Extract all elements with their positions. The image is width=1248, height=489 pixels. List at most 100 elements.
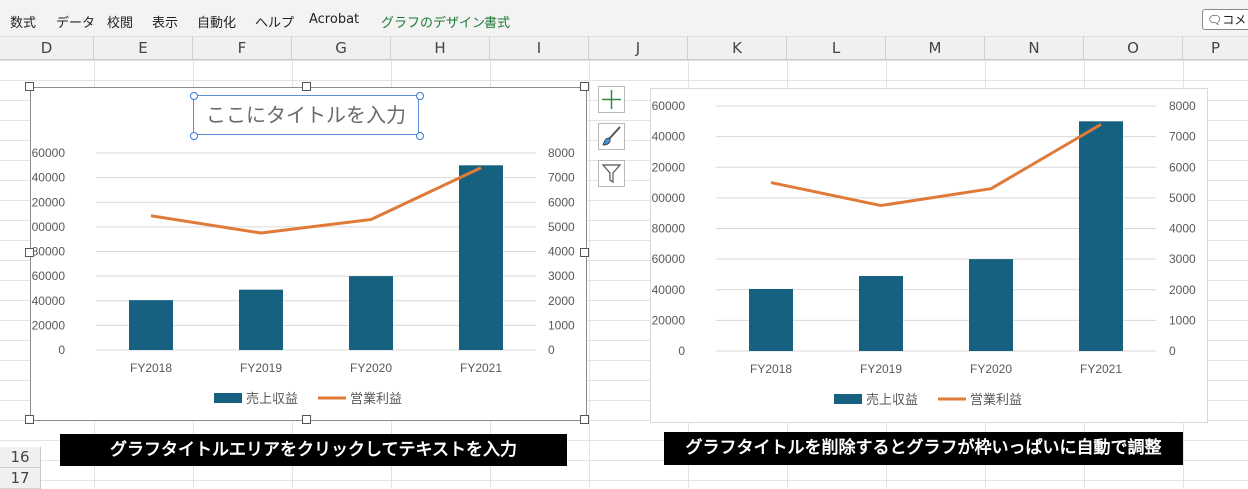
brush-icon	[602, 126, 621, 146]
column-header[interactable]: K	[688, 37, 787, 59]
y2-tick-label: 8000	[1169, 99, 1196, 113]
column-header[interactable]: I	[490, 37, 589, 59]
resize-handle[interactable]	[302, 82, 311, 91]
resize-handle[interactable]	[25, 415, 34, 424]
column-header[interactable]: G	[292, 37, 391, 59]
y-tick-label: 80000	[32, 245, 66, 259]
column-header[interactable]: L	[787, 37, 886, 59]
column-header[interactable]: F	[193, 37, 292, 59]
chart-filters-button[interactable]	[598, 160, 625, 187]
resize-handle[interactable]	[580, 248, 589, 257]
bar-FY2018	[749, 288, 793, 351]
title-handle[interactable]	[190, 92, 198, 100]
y-tick-label: 20000	[32, 318, 66, 332]
chart-title-input[interactable]: ここにタイトルを入力	[193, 95, 419, 135]
row-header[interactable]: 16	[0, 447, 41, 468]
column-header[interactable]: P	[1183, 37, 1248, 59]
column-header[interactable]: H	[391, 37, 490, 59]
y2-tick-label: 1000	[1169, 313, 1196, 327]
tab-acrobat[interactable]: Acrobat	[309, 12, 359, 27]
tab-chart-design[interactable]: グラフのデザイン	[381, 12, 485, 31]
column-header[interactable]: O	[1084, 37, 1183, 59]
resize-handle[interactable]	[302, 415, 311, 424]
y2-tick-label: 2000	[548, 294, 575, 308]
bar-FY2020	[969, 259, 1013, 351]
y-tick-label: 20000	[652, 313, 686, 327]
title-handle[interactable]	[416, 132, 424, 140]
y2-tick-label: 2000	[1169, 283, 1196, 297]
bar-FY2019	[239, 289, 283, 350]
y2-tick-label: 0	[548, 343, 555, 357]
y-tick-label: 60000	[652, 252, 686, 266]
resize-handle[interactable]	[25, 248, 34, 257]
tab-automate[interactable]: 自動化	[197, 12, 236, 31]
column-header[interactable]: J	[589, 37, 688, 59]
legend-swatch-bar	[214, 393, 242, 403]
x-tick-label: FY2018	[130, 361, 172, 375]
x-tick-label: FY2021	[1080, 362, 1122, 376]
resize-handle[interactable]	[25, 82, 34, 91]
y2-tick-label: 3000	[548, 269, 575, 283]
tab-format[interactable]: 書式	[484, 12, 510, 31]
y-tick-label: 120000	[31, 195, 65, 209]
row-header[interactable]: 17	[0, 468, 41, 489]
y2-tick-label: 4000	[1169, 222, 1196, 236]
bar-FY2019	[859, 275, 903, 351]
legend-label: 売上収益	[246, 391, 298, 406]
legend-label: 営業利益	[970, 392, 1022, 407]
caption-left: グラフタイトルエリアをクリックしてテキストを入力	[60, 434, 567, 466]
tab-formulas[interactable]: 数式	[10, 12, 36, 31]
column-header[interactable]: M	[886, 37, 985, 59]
y2-tick-label: 8000	[548, 146, 575, 160]
title-handle[interactable]	[416, 92, 424, 100]
y-tick-label: 0	[58, 343, 65, 357]
chart-without-title[interactable]: 0200004000060000800001000001200001400001…	[645, 88, 1208, 423]
x-tick-label: FY2019	[860, 362, 902, 376]
x-tick-label: FY2018	[750, 362, 792, 376]
ribbon: 数式 データ 校閲 表示 自動化 ヘルプ Acrobat グラフのデザイン 書式…	[0, 0, 1248, 37]
comment-button[interactable]: 🗨コメン	[1202, 9, 1248, 30]
y2-tick-label: 5000	[548, 220, 575, 234]
filter-icon	[601, 164, 622, 184]
y-tick-label: 140000	[651, 130, 685, 144]
column-header[interactable]: E	[94, 37, 193, 59]
y-tick-label: 120000	[651, 160, 685, 174]
y2-tick-label: 7000	[1169, 130, 1196, 144]
tab-review[interactable]: 校閲	[107, 12, 133, 31]
x-tick-label: FY2020	[970, 362, 1012, 376]
y-tick-label: 0	[678, 344, 685, 358]
tab-help[interactable]: ヘルプ	[255, 12, 294, 31]
y-tick-label: 100000	[651, 191, 685, 205]
caption-right: グラフタイトルを削除するとグラフが枠いっぱいに自動で調整	[664, 432, 1183, 465]
y2-tick-label: 7000	[548, 171, 575, 185]
x-tick-label: FY2020	[350, 361, 392, 375]
resize-handle[interactable]	[580, 82, 589, 91]
y-tick-label: 100000	[31, 220, 65, 234]
y2-tick-label: 0	[1169, 344, 1176, 358]
chart-styles-button[interactable]	[598, 123, 625, 150]
bar-FY2021	[459, 165, 503, 350]
column-header[interactable]: D	[0, 37, 94, 59]
resize-handle[interactable]	[580, 415, 589, 424]
bar-FY2020	[349, 276, 393, 350]
y-tick-label: 160000	[651, 99, 685, 113]
y-tick-label: 140000	[31, 171, 65, 185]
y-tick-label: 40000	[652, 283, 686, 297]
chart-elements-button[interactable]	[598, 86, 625, 113]
y2-tick-label: 1000	[548, 318, 575, 332]
column-headers: D E F G H I J K L M N O P	[0, 37, 1248, 60]
comment-icon: 🗨	[1207, 13, 1223, 27]
chart-svg-2: 0200004000060000800001000001200001400001…	[645, 99, 1196, 407]
x-tick-label: FY2019	[240, 361, 282, 375]
chart-with-title[interactable]: 0200004000060000800001000001200001400001…	[25, 87, 587, 421]
y2-tick-label: 6000	[548, 195, 575, 209]
column-header[interactable]: N	[985, 37, 1084, 59]
title-handle[interactable]	[190, 132, 198, 140]
tab-data[interactable]: データ	[56, 12, 95, 31]
bar-FY2021	[1079, 121, 1123, 351]
y-tick-label: 40000	[32, 294, 66, 308]
y-tick-label: 160000	[31, 146, 65, 160]
tab-view[interactable]: 表示	[152, 12, 178, 31]
legend-swatch-bar	[834, 394, 862, 404]
chart-svg-1: 0200004000060000800001000001200001400001…	[25, 146, 575, 406]
